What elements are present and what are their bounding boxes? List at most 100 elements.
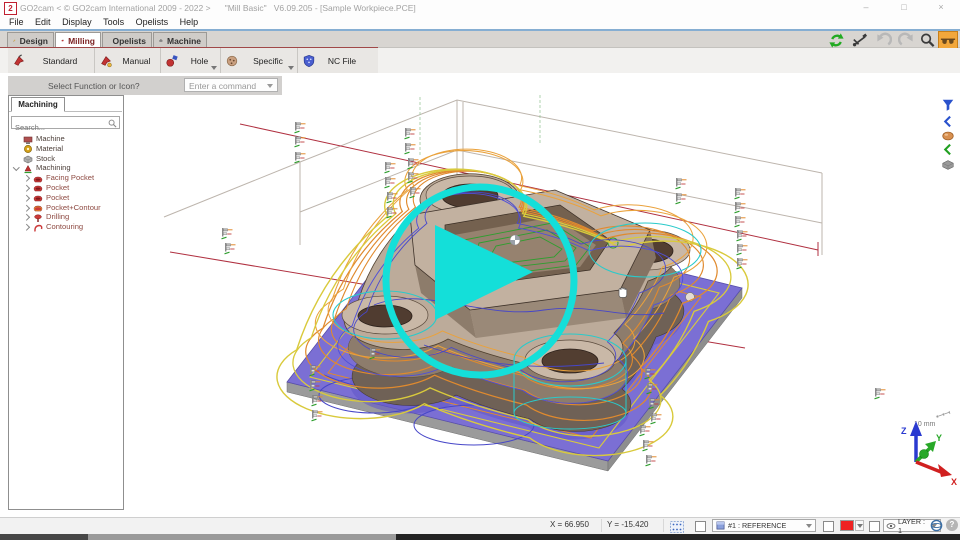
menu-bar: File Edit Display Tools Opelists Help (0, 16, 960, 30)
window-title: GO2cam < © GO2cam International 2009 - 2… (20, 3, 416, 13)
expand-icon[interactable] (23, 185, 29, 191)
chevron-left-blue-icon (942, 115, 955, 128)
go2cam-window: 2 GO2cam < © GO2cam International 2009 -… (0, 0, 960, 540)
design-icon (13, 35, 16, 46)
close-button[interactable]: × (930, 0, 952, 14)
tree-item-machine[interactable]: Machine (9, 134, 121, 144)
panel-tab-machining[interactable]: Machining (11, 97, 65, 112)
menu-edit[interactable]: Edit (35, 17, 51, 27)
nc-file-label: NC File (316, 56, 368, 66)
tree-item-drilling[interactable]: Drilling (9, 212, 121, 222)
scale-indicator: 10 mm (914, 411, 950, 428)
y-axis-label: Y (936, 433, 942, 443)
specific-dropdown-caret[interactable] (288, 66, 294, 70)
tree-item-contouring[interactable]: Contouring (9, 222, 121, 232)
specific-label: Specific (239, 56, 297, 66)
search-input[interactable] (12, 122, 107, 133)
active-color-swatch[interactable] (840, 520, 854, 531)
expand-icon[interactable] (23, 224, 29, 230)
reference-checkbox[interactable] (695, 521, 706, 532)
tree-item-stock[interactable]: Stock (9, 154, 121, 164)
tab-machine[interactable]: Machine (153, 32, 207, 48)
specific-cycle-button[interactable]: Specific (221, 48, 298, 73)
tab-design[interactable]: Design (7, 32, 54, 48)
undo-icon (875, 32, 892, 49)
hole-cycle-button[interactable]: Hole (161, 48, 221, 73)
command-prompt-label: Select Function or Icon? (48, 81, 140, 91)
standard-cycle-button[interactable]: Standard (8, 48, 95, 73)
x-axis-label: X (951, 477, 957, 487)
color-dropdown-button[interactable] (855, 520, 864, 531)
x-value: 66.950 (564, 520, 588, 529)
axis-triad: Z Y X (901, 421, 957, 487)
caliper-icon (851, 32, 868, 49)
tree-item-pocket-contour[interactable]: Pocket+Contour (9, 203, 121, 213)
menu-display[interactable]: Display (62, 17, 92, 27)
command-dropdown-caret[interactable] (267, 84, 273, 88)
menu-help[interactable]: Help (180, 17, 199, 27)
manual-label: Manual (113, 56, 160, 66)
tab-opelists-label: Opelists (112, 36, 146, 46)
manual-icon (99, 54, 113, 68)
reference-select[interactable]: #1 : REFERENCE (712, 519, 816, 532)
expand-icon[interactable] (23, 214, 29, 220)
expand-icon[interactable] (23, 175, 29, 181)
z-axis-label: Z (901, 426, 907, 436)
search-icon (108, 119, 117, 128)
menu-file[interactable]: File (9, 17, 24, 27)
reference-value: #1 : REFERENCE (728, 521, 786, 530)
maximize-button[interactable]: □ (893, 0, 915, 14)
hand-cursor-icon (619, 288, 627, 298)
show-part-button[interactable] (939, 128, 957, 143)
tree-label: Contouring (46, 222, 83, 232)
refresh-icon (828, 32, 845, 49)
status-divider (663, 519, 664, 532)
expand-icon[interactable] (23, 195, 29, 201)
show-stock-button[interactable] (939, 157, 957, 172)
minimize-button[interactable]: – (855, 0, 877, 14)
filter-button[interactable] (939, 97, 957, 112)
machining-tree: Machine Material Stock Machining Facing … (9, 134, 121, 232)
color-checkbox[interactable] (823, 521, 834, 532)
tree-item-pocket-1[interactable]: Pocket (9, 183, 121, 193)
tab-opelists[interactable]: Opelists (102, 32, 152, 48)
stock-view-icon (941, 158, 955, 172)
redo-icon (898, 32, 915, 49)
specific-icon (225, 54, 239, 68)
machine-tab-icon (159, 35, 163, 46)
manual-cycle-button[interactable]: Manual (95, 48, 161, 73)
tree-search-box[interactable] (11, 116, 120, 129)
tree-label: Pocket (46, 193, 69, 203)
part-view-icon (941, 129, 955, 143)
help-button[interactable]: ? (946, 519, 958, 531)
x-label: X = (550, 520, 562, 529)
color-caret-icon (857, 524, 863, 528)
tab-milling[interactable]: Milling (55, 32, 101, 48)
contouring-icon (33, 223, 43, 233)
previous-op-button[interactable] (939, 114, 957, 129)
tab-machine-label: Machine (167, 36, 201, 46)
menu-opelists[interactable]: Opelists (136, 17, 169, 27)
reference-caret (806, 524, 812, 528)
status-bar (0, 517, 960, 534)
taskbar-segment (0, 534, 88, 540)
grid-icon (670, 521, 684, 533)
hole-icon (165, 54, 179, 68)
nc-file-button[interactable]: NC File (298, 48, 368, 73)
command-input[interactable]: Enter a command (184, 78, 278, 92)
layer-checkbox[interactable] (869, 521, 880, 532)
menu-tools[interactable]: Tools (103, 17, 124, 27)
hole-dropdown-caret[interactable] (211, 66, 217, 70)
tree-item-pocket-2[interactable]: Pocket (9, 193, 121, 203)
tree-item-machining[interactable]: Machining (9, 163, 121, 173)
app-logo-icon: 2 (4, 2, 17, 15)
taskbar-segment (396, 534, 960, 540)
x-coordinate: X = 66.950 (550, 520, 589, 529)
collapse-icon[interactable] (13, 164, 19, 170)
y-coordinate: Y = -15.420 (607, 520, 648, 529)
previous-step-button[interactable] (939, 142, 957, 157)
tree-item-facing-pocket[interactable]: Facing Pocket (9, 173, 121, 183)
tree-item-material[interactable]: Material (9, 144, 121, 154)
expand-icon[interactable] (23, 205, 29, 211)
viewport-3d[interactable]: 10 mm Z Y X (124, 95, 960, 515)
